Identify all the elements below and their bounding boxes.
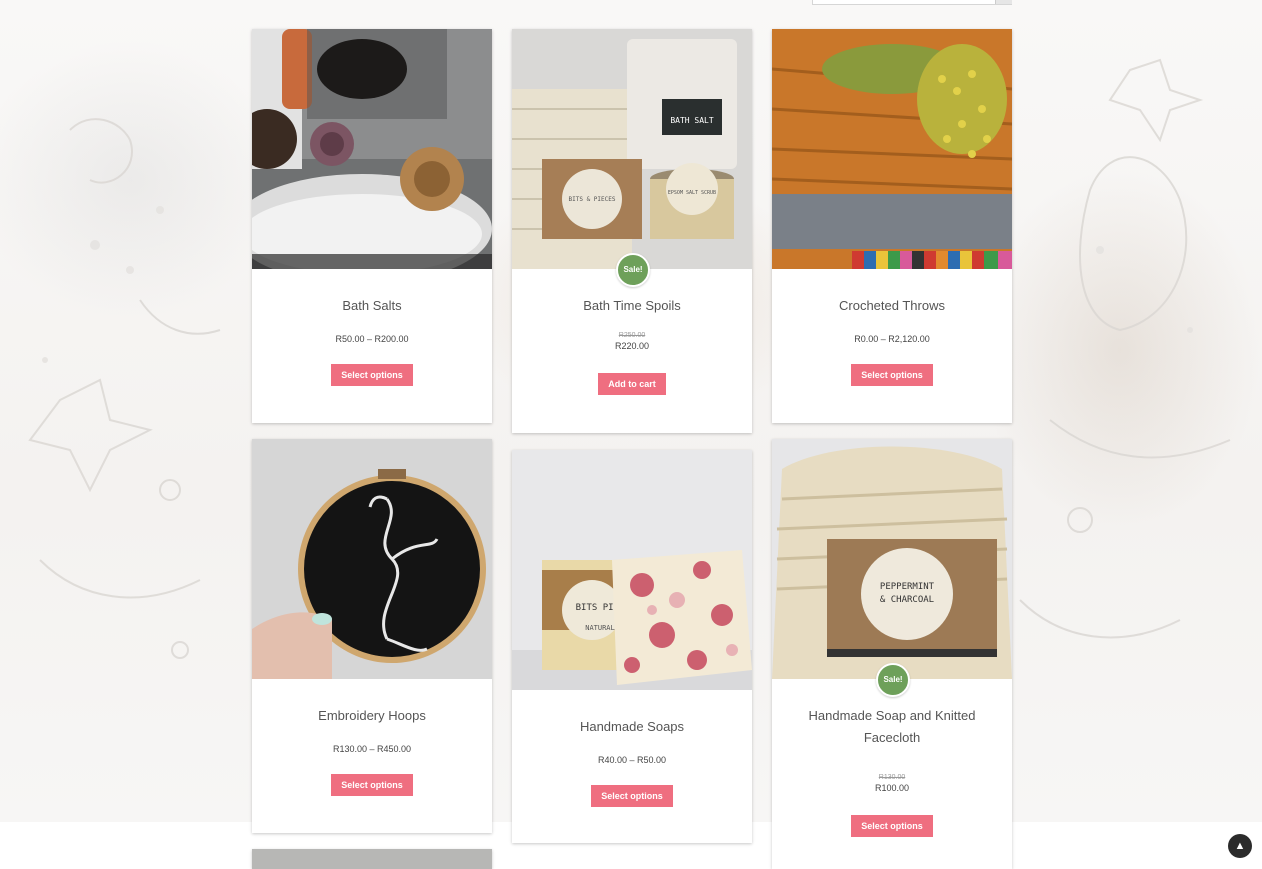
product-image[interactable]: BATH SALT BITS & PIECES EPSOM SALT SCRUB [512, 29, 752, 269]
product-card[interactable] [252, 849, 492, 869]
svg-text:& CHARCOAL: & CHARCOAL [880, 595, 934, 605]
product-title[interactable]: Handmade Soap and Knitted Facecloth [790, 705, 994, 749]
old-price: R130.00 [878, 774, 906, 781]
svg-text:NATURAL: NATURAL [585, 624, 615, 632]
chevron-up-icon[interactable]: ▲ [1228, 834, 1252, 858]
old-price: R250.00 [618, 332, 646, 339]
product-card[interactable]: Bath Salts R50.00 – R200.00 Select optio… [252, 29, 492, 423]
sale-badge: Sale! [876, 663, 910, 697]
select-options-button[interactable]: Select options [591, 785, 673, 807]
select-options-button[interactable]: Select options [331, 364, 413, 386]
product-price: R130.00 – R450.00 [332, 744, 412, 754]
current-price: R220.00 [614, 341, 650, 351]
search-button[interactable] [995, 0, 1012, 4]
svg-text:PEPPERMINT: PEPPERMINT [880, 582, 935, 592]
product-price: R130.00 R100.00 [772, 773, 1012, 793]
product-card[interactable]: Embroidery Hoops R130.00 – R450.00 Selec… [252, 439, 492, 833]
add-to-cart-button[interactable]: Add to cart [598, 373, 666, 395]
product-image[interactable]: BITS PIEC NATURAL [512, 450, 752, 690]
product-card[interactable]: Crocheted Throws R0.00 – R2,120.00 Selec… [772, 29, 1012, 423]
product-image[interactable] [252, 29, 492, 269]
current-price: R100.00 [874, 783, 910, 793]
product-card[interactable]: PEPPERMINT & CHARCOAL Sale! Handmade Soa… [772, 439, 1012, 869]
product-price: R50.00 – R200.00 [335, 334, 409, 344]
select-options-button[interactable]: Select options [331, 774, 413, 796]
product-title[interactable]: Handmade Soaps [530, 716, 734, 738]
product-price: R250.00 R220.00 [512, 331, 752, 351]
svg-text:BITS & PIECES: BITS & PIECES [569, 196, 616, 203]
select-options-button[interactable]: Select options [851, 364, 933, 386]
product-title[interactable]: Embroidery Hoops [270, 705, 474, 727]
product-image[interactable] [252, 439, 492, 679]
svg-text:BATH SALT: BATH SALT [670, 116, 714, 125]
product-price: R40.00 – R50.00 [597, 755, 667, 765]
svg-text:EPSOM SALT SCRUB: EPSOM SALT SCRUB [668, 190, 716, 196]
product-image[interactable] [252, 849, 492, 869]
search-input[interactable] [812, 0, 1012, 5]
product-image[interactable] [772, 29, 1012, 269]
product-card[interactable]: BITS PIEC NATURAL Handmade Soaps R40.00 … [512, 450, 752, 843]
product-title[interactable]: Bath Salts [270, 295, 474, 317]
product-title[interactable]: Crocheted Throws [790, 295, 994, 317]
product-price: R0.00 – R2,120.00 [854, 334, 930, 344]
sale-badge: Sale! [616, 253, 650, 287]
select-options-button[interactable]: Select options [851, 815, 933, 837]
product-image[interactable]: PEPPERMINT & CHARCOAL [772, 439, 1012, 679]
product-card[interactable]: BATH SALT BITS & PIECES EPSOM SALT SCRUB… [512, 29, 752, 433]
product-title[interactable]: Bath Time Spoils [530, 295, 734, 317]
